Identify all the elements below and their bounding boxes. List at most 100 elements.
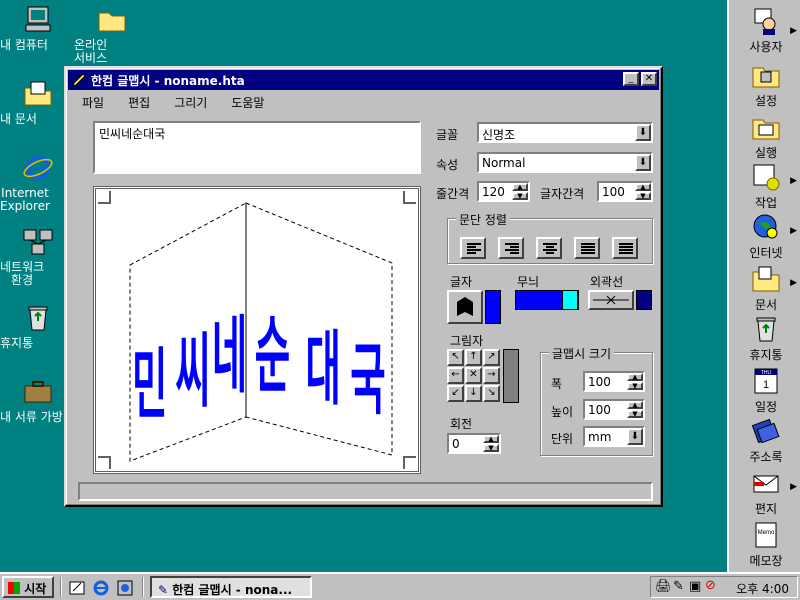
menu-help[interactable]: 도움말 (219, 91, 276, 111)
quick-launch-desktop-icon[interactable] (68, 579, 86, 597)
chevron-down-icon[interactable]: ⬇ (635, 124, 651, 141)
arrow-right-icon: ▶ (790, 176, 797, 186)
align-center-button[interactable] (536, 237, 562, 259)
chevron-down-icon[interactable]: ⬇ (635, 154, 651, 171)
spin-up-icon[interactable]: ▲ (627, 373, 643, 381)
quickbar-item-mail[interactable]: 편지 ▶ (733, 468, 799, 517)
line-spacing-stepper[interactable]: 120 ▲ ▼ (477, 181, 530, 202)
desktop-icon-my-computer[interactable]: 내 컴퓨터 (0, 4, 76, 52)
clock[interactable]: 오후 4:00 (736, 580, 789, 597)
char-spacing-value: 100 (602, 185, 625, 199)
char-spacing-stepper[interactable]: 100 ▲ ▼ (597, 181, 653, 202)
quickbar-item-address-book[interactable]: 주소록 (733, 416, 799, 465)
spin-down-icon[interactable]: ▼ (512, 192, 528, 200)
quickbar-item-memo[interactable]: Memo 메모장 (733, 520, 799, 569)
taskbar-task-fontmap[interactable]: ✎ 한컴 글맵시 - nona... (150, 576, 312, 598)
quickbar-label: 작업 (754, 196, 778, 210)
tray-input-icon[interactable]: 🖨 (655, 579, 672, 594)
line-spacing-value: 120 (482, 185, 505, 199)
start-button[interactable]: 시작 (2, 576, 54, 598)
text-input[interactable]: 민씨네순대국 (93, 121, 421, 174)
minimize-button[interactable]: _ (623, 72, 639, 86)
pentagon-icon (457, 297, 473, 316)
text-shape-button[interactable] (447, 290, 483, 324)
tray-pen-icon[interactable]: ✎ (673, 579, 684, 594)
system-tray: 🖨 ✎ ▣ ⊘ 오후 4:00 (650, 576, 798, 598)
width-stepper[interactable]: 100 ▲ ▼ (583, 371, 645, 392)
taskbar-divider (60, 577, 62, 597)
shadow-none-button[interactable]: ✕ (465, 367, 482, 384)
shadow-down-left-button[interactable]: ↙ (447, 385, 464, 402)
shadow-up-right-button[interactable]: ↗ (483, 349, 500, 366)
pattern-label: 무늬 (517, 275, 540, 289)
menu-draw[interactable]: 그리기 (162, 91, 219, 111)
shadow-up-left-button[interactable]: ↖ (447, 349, 464, 366)
quick-launch-channels-icon[interactable] (116, 579, 134, 597)
quickbar-item-settings[interactable]: 설정 (733, 60, 799, 109)
shadow-label: 그림자 (450, 334, 484, 348)
unit-label: 단위 (551, 432, 574, 446)
shadow-right-button[interactable]: → (483, 367, 500, 384)
width-label: 폭 (551, 377, 563, 391)
quickbar-item-task[interactable]: 작업 ▶ (733, 162, 799, 211)
spin-down-icon[interactable]: ▼ (635, 192, 651, 200)
quickbar-item-user[interactable]: 사용자 ▶ (733, 6, 799, 55)
preview-char-6: 국 (350, 336, 385, 426)
align-right-button[interactable] (498, 237, 524, 259)
unit-select[interactable]: mm ⬇ (583, 426, 645, 447)
quickbar-item-recycle-bin[interactable]: 휴지통 (733, 314, 799, 363)
internet-explorer-icon (23, 156, 53, 180)
shadow-color-swatch[interactable] (503, 349, 519, 403)
align-justify-button[interactable] (574, 237, 600, 259)
pattern-secondary-swatch[interactable] (562, 290, 578, 310)
quickbar-item-calendar[interactable]: THU 1 일정 (733, 366, 799, 415)
preview-char-2: 씨 (175, 324, 210, 418)
title-bar[interactable]: 한컴 글맵시 - noname.hta _ ✕ (68, 70, 659, 90)
quickbar-item-documents[interactable]: 문서 ▶ (733, 264, 799, 313)
calendar-icon: THU 1 (754, 368, 778, 394)
spin-up-icon[interactable]: ▲ (512, 183, 528, 191)
shadow-down-button[interactable]: ↓ (465, 385, 482, 402)
quickbar-label: 주소록 (749, 450, 783, 464)
shadow-down-right-button[interactable]: ↘ (483, 385, 500, 402)
style-select[interactable]: Normal ⬇ (477, 152, 653, 173)
spin-up-icon[interactable]: ▲ (483, 435, 499, 443)
address-book-icon (751, 418, 780, 444)
windows-logo-icon (8, 582, 20, 594)
unit-select-value: mm (588, 430, 612, 444)
spin-down-icon[interactable]: ▼ (627, 382, 643, 390)
text-color-swatch[interactable] (485, 290, 501, 324)
align-left-button[interactable] (460, 237, 486, 259)
quickbar-label: 인터넷 (749, 246, 783, 260)
tray-screen-icon[interactable]: ▣ (689, 579, 701, 594)
menu-file[interactable]: 파일 (70, 91, 116, 111)
desktop-icon-online-services[interactable]: 온라인 서비스 (74, 4, 150, 65)
close-button[interactable]: ✕ (641, 72, 657, 86)
height-stepper[interactable]: 100 ▲ ▼ (583, 399, 645, 420)
align-distribute-button[interactable] (612, 237, 638, 259)
outline-style-button[interactable] (588, 290, 634, 310)
arrow-right-icon: ▶ (790, 226, 797, 236)
spin-down-icon[interactable]: ▼ (483, 444, 499, 452)
tray-stop-icon[interactable]: ⊘ (705, 578, 716, 593)
menu-edit[interactable]: 편집 (116, 91, 162, 111)
outline-color-swatch[interactable] (636, 290, 652, 310)
rotate-stepper[interactable]: 0 ▲ ▼ (447, 433, 501, 454)
quickbar-label: 휴지통 (749, 348, 783, 362)
shadow-up-button[interactable]: ↑ (465, 349, 482, 366)
preview-char-4: 순 (255, 309, 290, 405)
spin-down-icon[interactable]: ▼ (627, 410, 643, 418)
font-select-value: 신명조 (482, 128, 516, 142)
quickbar-item-run[interactable]: 실행 (733, 112, 799, 161)
chevron-down-icon[interactable]: ⬇ (627, 428, 643, 445)
folder-icon (98, 12, 126, 32)
shadow-left-button[interactable]: ← (447, 367, 464, 384)
settings-icon (752, 67, 780, 88)
quickbar-item-internet[interactable]: 인터넷 ▶ (733, 212, 799, 261)
quick-launch-ie-icon[interactable] (92, 579, 110, 597)
spin-up-icon[interactable]: ▲ (627, 401, 643, 409)
font-select[interactable]: 신명조 ⬇ (477, 122, 653, 143)
outline-cross-icon (593, 295, 629, 305)
mail-icon (753, 475, 779, 493)
spin-up-icon[interactable]: ▲ (635, 183, 651, 191)
